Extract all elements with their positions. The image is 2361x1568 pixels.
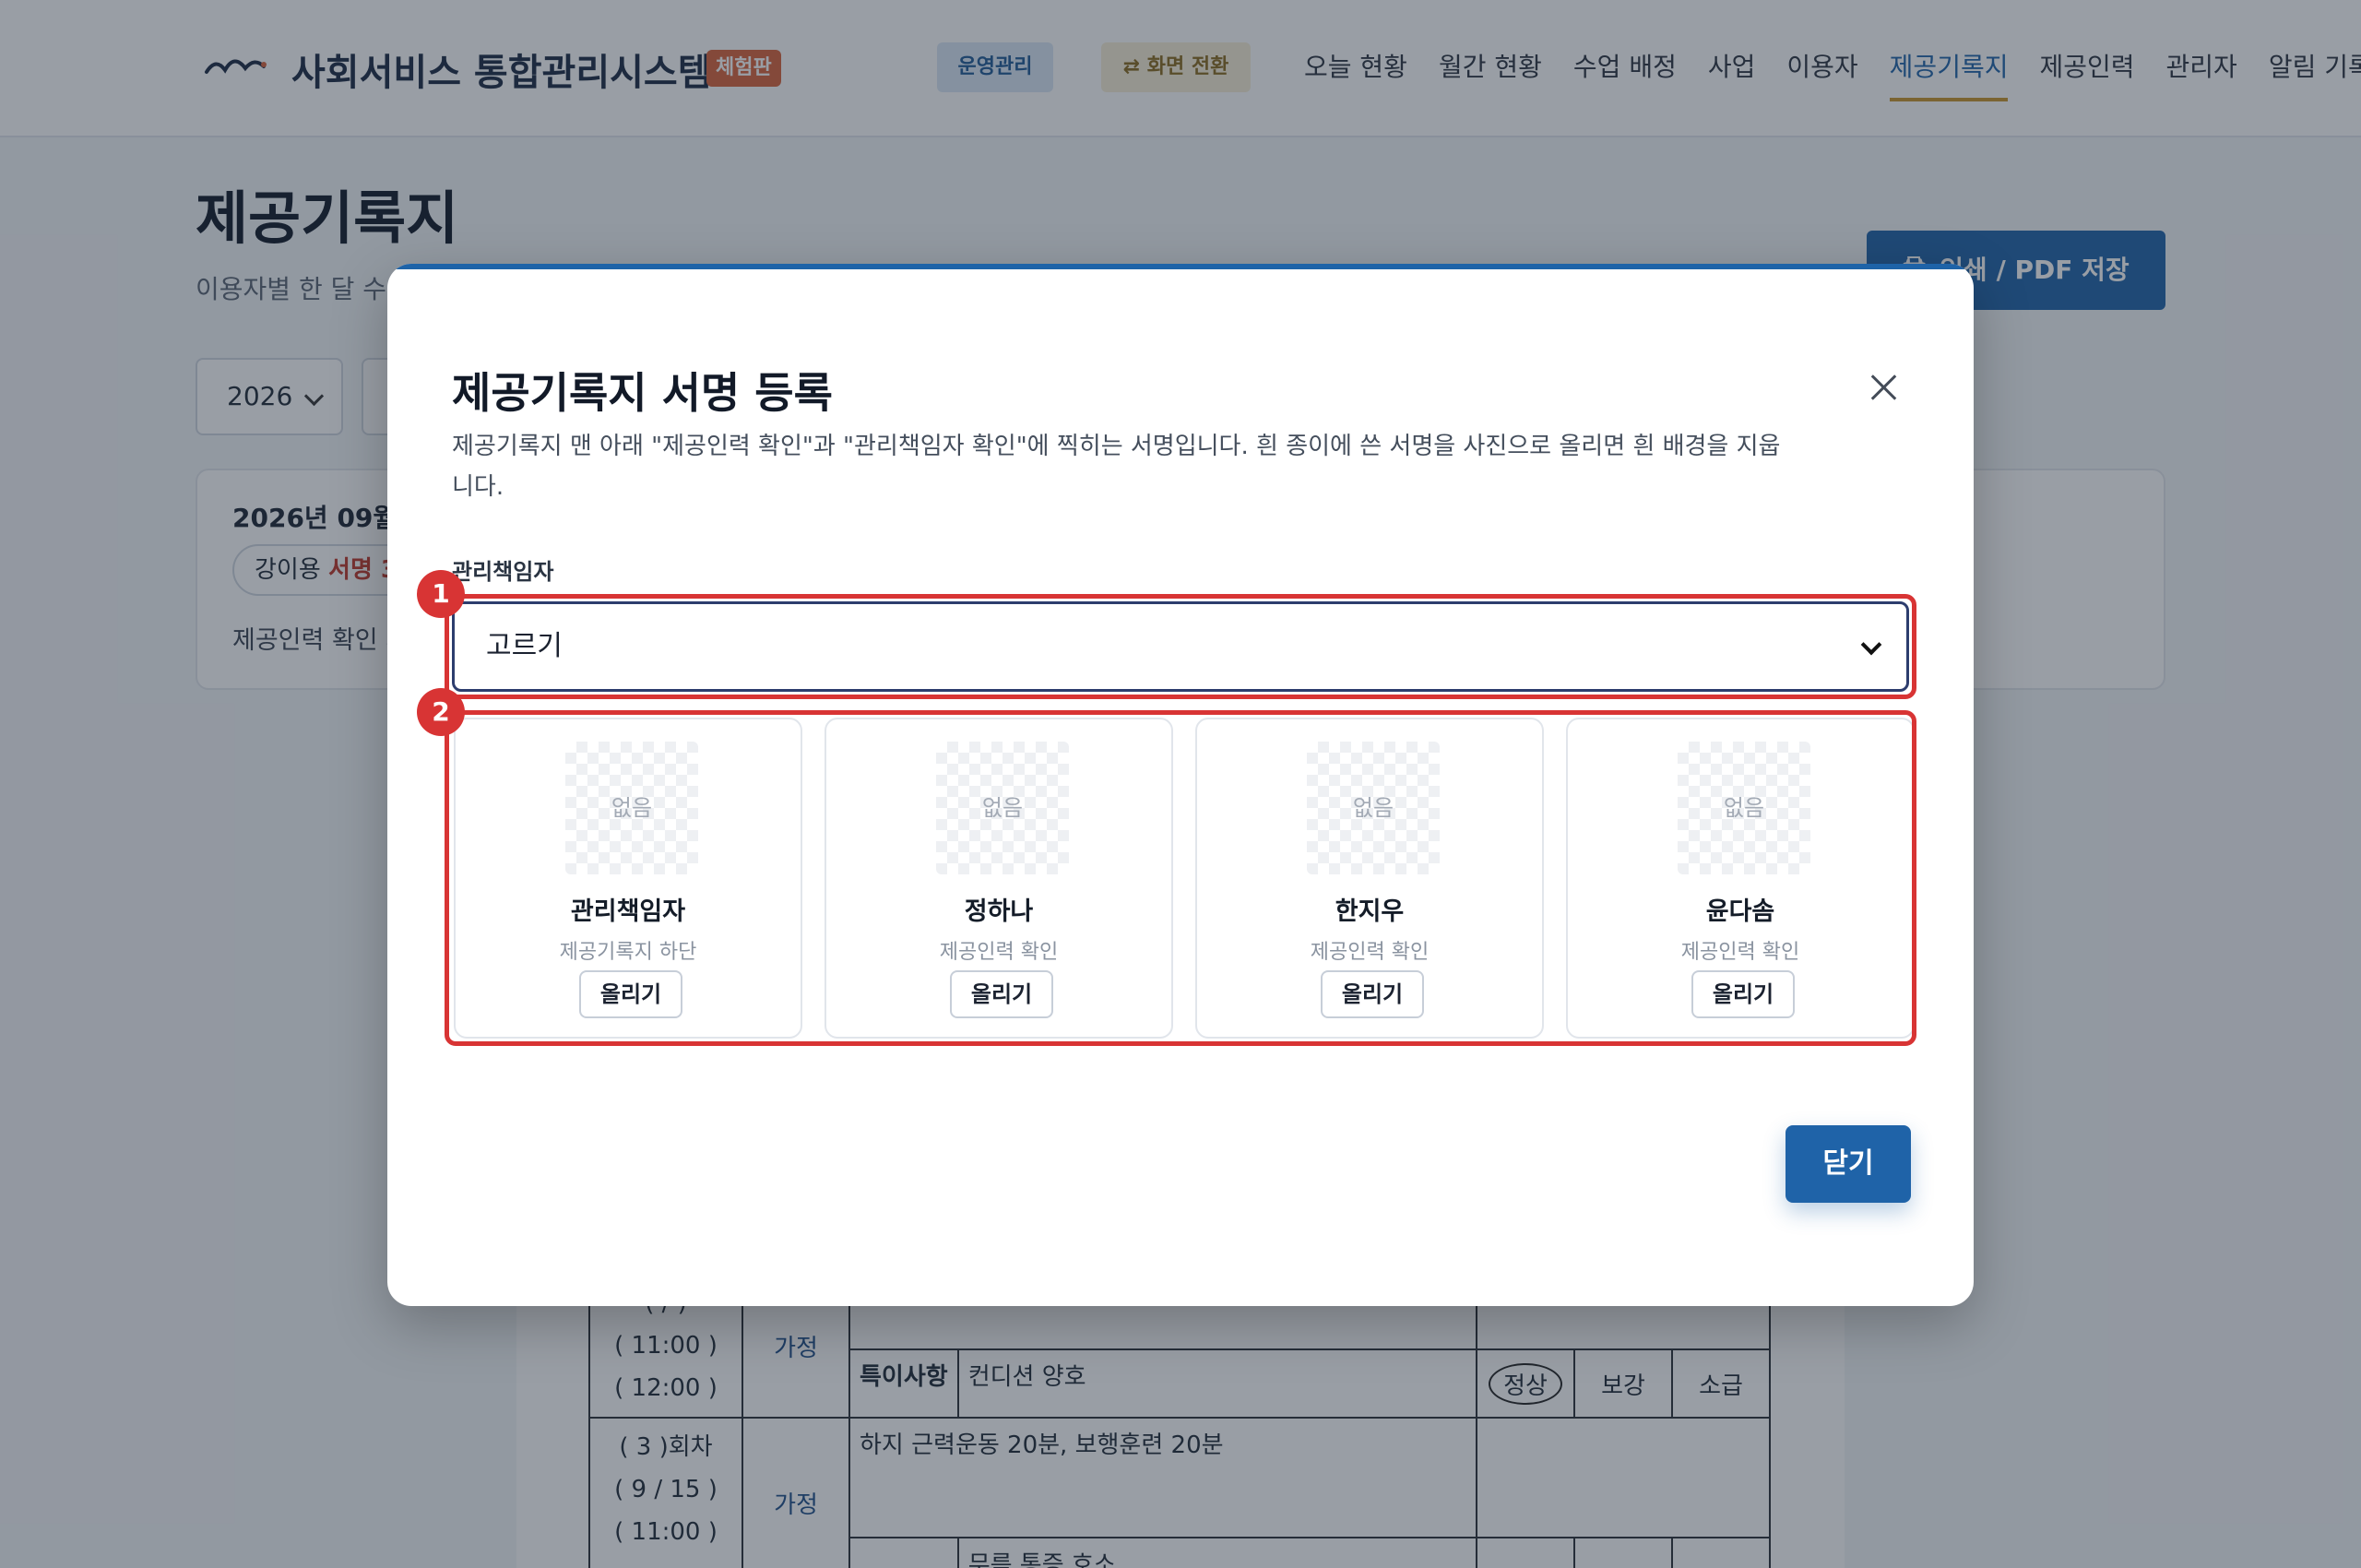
- signature-modal: 제공기록지 서명 등록 제공기록지 맨 아래 "제공인력 확인"과 "관리책임자…: [387, 264, 1974, 1306]
- annotation-badge-2: 2: [417, 688, 465, 736]
- modal-title: 제공기록지 서명 등록: [452, 368, 833, 418]
- modal-accent-line: [387, 264, 1974, 269]
- manager-field-label: 관리책임자: [452, 559, 554, 585]
- close-button[interactable]: 닫기: [1786, 1125, 1911, 1203]
- close-icon[interactable]: [1863, 367, 1905, 410]
- modal-description: 제공기록지 맨 아래 "제공인력 확인"과 "관리책임자 확인"에 찍히는 서명…: [452, 433, 1781, 501]
- annotation-box-1: [445, 594, 1916, 699]
- annotation-badge-1: 1: [417, 570, 465, 618]
- annotation-box-2: [445, 710, 1916, 1046]
